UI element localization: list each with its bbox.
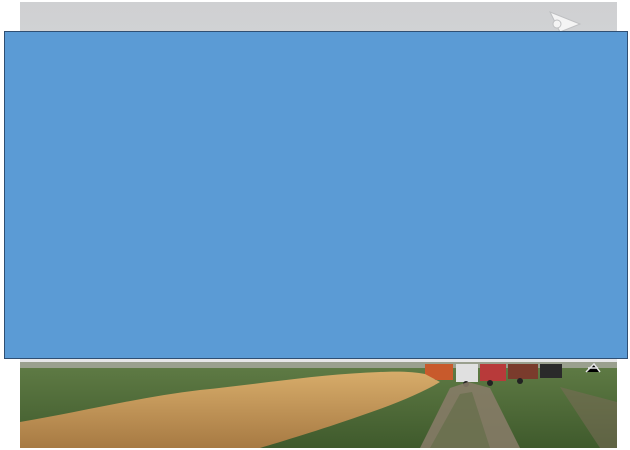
slide-canvas bbox=[0, 0, 630, 450]
blue-overlay-box bbox=[4, 31, 628, 359]
